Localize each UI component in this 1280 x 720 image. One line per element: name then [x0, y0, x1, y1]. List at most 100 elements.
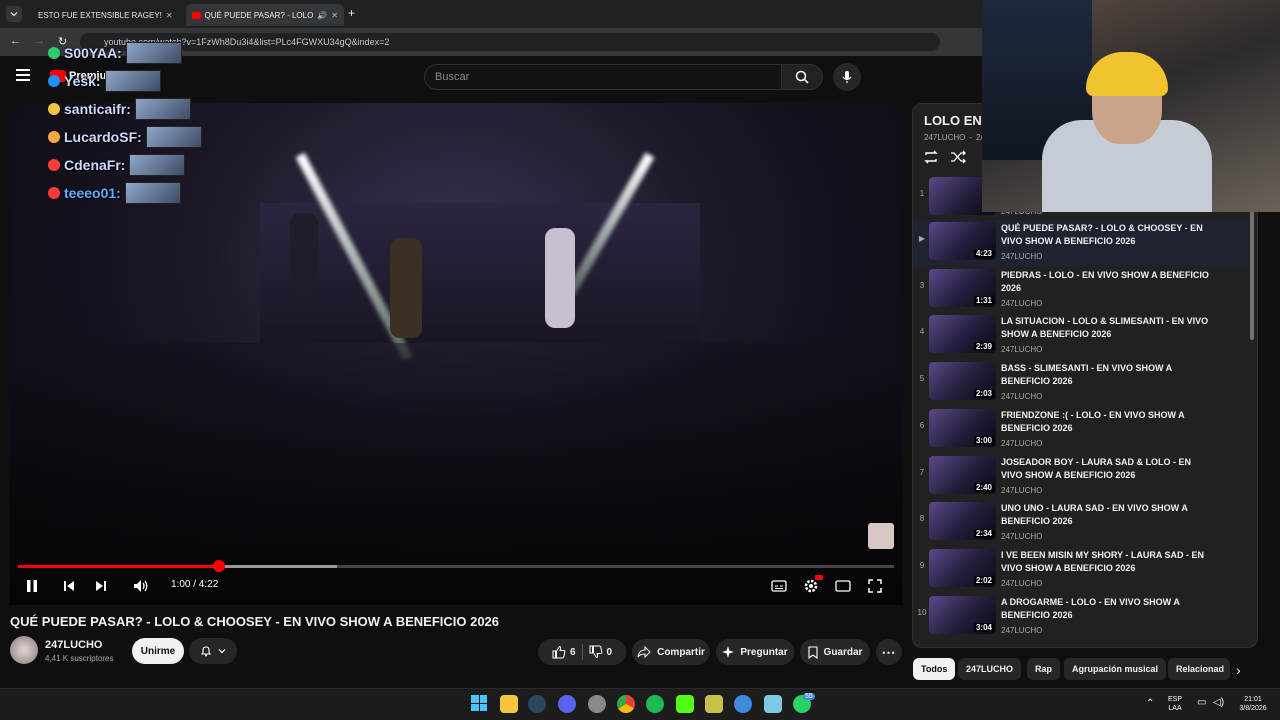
playlist-item[interactable]: 6 3:00 FRIENDZONE :( - LOLO - EN VIVO SHOW…	[913, 407, 1249, 453]
playlist-item-index: 3	[919, 280, 925, 290]
forward-arrow-icon[interactable]: →	[34, 35, 45, 47]
settings-button[interactable]	[799, 574, 823, 598]
audio-playing-icon[interactable]: 🔊	[317, 11, 327, 20]
shuffle-button[interactable]	[950, 150, 966, 169]
playlist-item[interactable]: 9 2:02 I VE BEEN MISIN MY SHORY - LAURA SA…	[913, 547, 1249, 593]
hd-badge	[815, 575, 823, 580]
file-explorer-icon[interactable]	[500, 695, 518, 713]
chat-username: Yesk:	[64, 73, 101, 89]
filter-chip[interactable]: Rap	[1027, 658, 1061, 680]
browser-tab-2[interactable]: QUÉ PUEDE PASAR? - LOLO 🔊 ✕	[186, 4, 344, 26]
pause-button[interactable]	[20, 574, 44, 598]
playlist-scrollbar[interactable]	[1250, 210, 1254, 340]
chat-badge-icon	[48, 103, 60, 115]
subscriber-count: 4,41 K suscriptores	[45, 654, 114, 663]
subtitles-button[interactable]	[767, 574, 791, 598]
kick-icon[interactable]	[676, 695, 694, 713]
share-button[interactable]: Compartir	[632, 639, 710, 665]
previous-button[interactable]	[57, 574, 81, 598]
time-display: 1:00 / 4:22	[171, 579, 219, 590]
playlist-item[interactable]: 5 2:03 BASS - SLIMESANTI - EN VIVO SHOW A …	[913, 360, 1249, 406]
playlist-item-index: 6	[919, 420, 925, 430]
join-button[interactable]: Unirme	[132, 638, 184, 664]
chat-badge-icon	[48, 47, 60, 59]
language-indicator[interactable]: ESP LAA	[1168, 695, 1182, 713]
filter-chip[interactable]: Relacionad	[1168, 658, 1230, 680]
discord-icon[interactable]	[558, 695, 576, 713]
spotify-icon[interactable]	[646, 695, 664, 713]
close-icon[interactable]: ✕	[331, 11, 338, 20]
menu-icon[interactable]	[16, 69, 30, 81]
back-arrow-icon[interactable]: ←	[10, 35, 21, 47]
chevron-right-icon[interactable]: ›	[1236, 662, 1241, 678]
tab-title: QUÉ PUEDE PASAR? - LOLO	[204, 10, 314, 20]
windows-start-icon[interactable]	[471, 695, 487, 711]
channel-watermark[interactable]	[868, 523, 894, 549]
browser-tab-1[interactable]: ESTO FUE EXTENSIBLE RAGEY! ✕	[28, 4, 178, 26]
filter-chip[interactable]: 247LUCHO	[958, 658, 1022, 680]
app-icon[interactable]	[705, 695, 723, 713]
playlist-item-thumbnail: 2:02	[929, 548, 996, 587]
address-bar[interactable]: youtube.com/watch?v=1FzWh8Du3i4&list=PLc…	[80, 33, 940, 51]
ask-button[interactable]: Preguntar	[716, 639, 794, 665]
theater-mode-button[interactable]	[831, 574, 855, 598]
playlist-item-author: 247LUCHO	[1001, 438, 1043, 448]
playlist-item-title: QUÉ PUEDE PASAR? - LOLO & CHOOSEY - EN V…	[1001, 223, 1203, 246]
search-input[interactable]: Buscar	[424, 64, 782, 90]
pause-icon	[27, 580, 37, 592]
playlist-item[interactable]: 3 1:31 PIEDRAS - LOLO - EN VIVO SHOW A BEN…	[913, 267, 1249, 313]
fullscreen-icon	[868, 579, 882, 593]
like-button[interactable]: 6	[552, 645, 576, 659]
playlist-item[interactable]: 10 3:04 A DROGARME - LOLO - EN VIVO SHOW A…	[913, 594, 1249, 640]
playlist-item[interactable]: 4 2:39 LA SITUACION - LOLO & SLIMESANTI - …	[913, 313, 1249, 359]
volume-icon[interactable]: ◁)	[1213, 697, 1224, 708]
playlist-item-index: 5	[919, 374, 925, 384]
loop-button[interactable]	[923, 150, 939, 169]
playlist-item-title: LA SITUACION - LOLO & SLIMESANTI - EN VI…	[1001, 316, 1209, 340]
dislike-button[interactable]: 0	[589, 645, 613, 659]
playlist-item-index: 10	[917, 607, 927, 617]
dislike-count: 0	[606, 646, 613, 658]
filter-chip[interactable]: Todos	[913, 658, 956, 680]
next-button[interactable]	[89, 574, 113, 598]
search-button[interactable]	[781, 64, 823, 90]
filter-chip[interactable]: Agrupación musical	[1064, 658, 1167, 680]
chat-badge-icon	[48, 131, 60, 143]
playlist-item-author: 247LUCHO	[1001, 298, 1043, 308]
playlist-item-index: ▶	[918, 234, 926, 243]
streamer-webcam	[982, 0, 1280, 212]
save-button[interactable]: Guardar	[800, 639, 870, 665]
voice-search-button[interactable]	[833, 63, 861, 91]
chat-username: teeeo01:	[64, 185, 121, 201]
playlist-owner[interactable]: 247LUCHO	[924, 133, 965, 142]
chevron-up-icon[interactable]: ⌃	[1146, 698, 1154, 709]
channel-name[interactable]: 247LUCHO	[45, 639, 102, 651]
save-label: Guardar	[823, 646, 863, 658]
channel-avatar[interactable]	[10, 636, 38, 664]
tab-title: ESTO FUE EXTENSIBLE RAGEY!	[38, 10, 162, 20]
network-icon[interactable]: ▭	[1197, 697, 1206, 708]
playlist-item-duration: 1:31	[973, 295, 994, 305]
notepad-icon[interactable]	[764, 695, 782, 713]
volume-button[interactable]	[129, 574, 153, 598]
clock[interactable]: 21:01 3/8/2026	[1232, 695, 1274, 713]
steam-icon[interactable]	[528, 695, 546, 713]
app-icon[interactable]	[588, 695, 606, 713]
video-player[interactable]	[10, 103, 902, 605]
notifications-button[interactable]	[189, 638, 237, 664]
new-tab-icon[interactable]: +	[348, 6, 355, 20]
playlist-item[interactable]: 7 2:40 JOSEADOR BOY - LAURA SAD & LOLO - E…	[913, 454, 1249, 500]
close-icon[interactable]: ✕	[166, 11, 173, 20]
tab-search-button[interactable]	[6, 6, 22, 22]
playlist-item-thumbnail: 2:39	[929, 315, 996, 354]
chat-emote-image	[104, 70, 161, 92]
chrome-icon[interactable]	[617, 695, 635, 713]
more-actions-button[interactable]: ⋯	[876, 639, 902, 665]
playlist-item-author: 247LUCHO	[1001, 625, 1043, 635]
fullscreen-button[interactable]	[863, 574, 887, 598]
playlist-item[interactable]: ▶ 4:23 QUÉ PUEDE PASAR? - LOLO & CHOOSEY -…	[913, 220, 1249, 266]
playlist-item[interactable]: 8 2:34 UNO UNO - LAURA SAD - EN VIVO SHOW …	[913, 500, 1249, 546]
ccleaner-icon[interactable]	[734, 695, 752, 713]
playlist-item-thumbnail: 2:34	[929, 502, 996, 541]
progress-scrubber[interactable]	[212, 560, 225, 572]
